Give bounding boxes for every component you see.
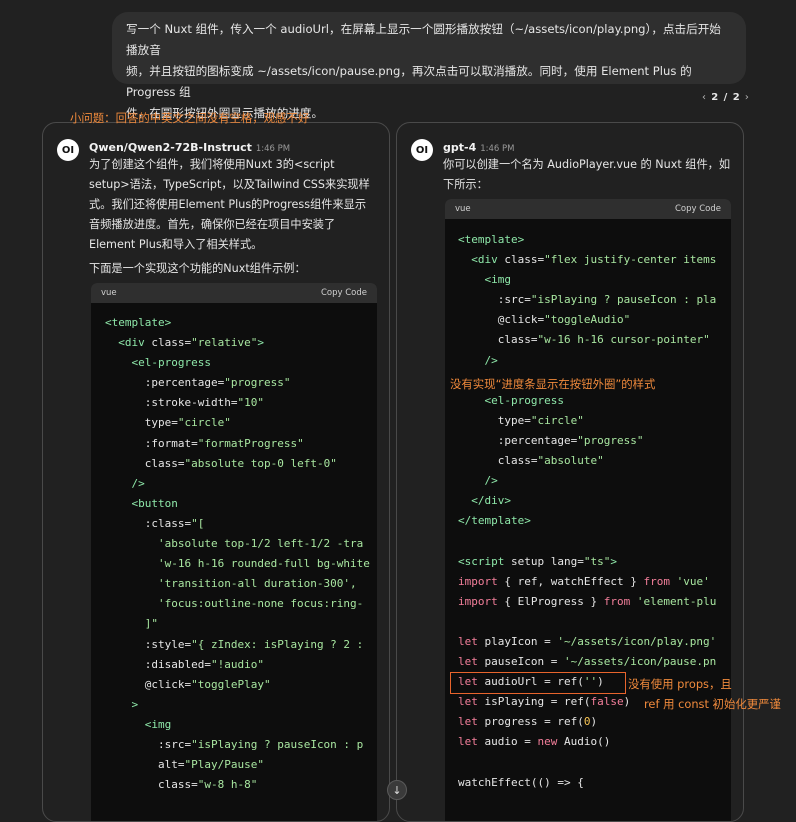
annotation-props-2: ref 用 const 初始化更严谨 (644, 697, 781, 711)
annotation-props-1: 没有使用 props，且 (628, 677, 732, 691)
prompt-line-2: 频，并且按钮的图标变成 ~/assets/icon/pause.png，再次点击… (126, 64, 692, 99)
response-pager: ‹ 2 / 2 › (702, 92, 750, 103)
next-response-button[interactable]: › (745, 92, 750, 103)
intro-line: 音频播放进度。首先，确保你已经在项目中安装了 (89, 218, 336, 231)
scroll-down-button[interactable]: ↓ (387, 780, 407, 800)
code-block: vue Copy Code <template> <div class="rel… (91, 283, 377, 821)
model-name-text: Qwen/Qwen2-72B-Instruct (89, 141, 252, 154)
intro-line: 下所示： (443, 178, 488, 191)
intro-line: 为了创建这个组件，我们将使用Nuxt 3的<script (89, 158, 335, 171)
highlight-box (450, 672, 626, 694)
intro-line: Element Plus和导入了相关样式。 (89, 238, 263, 251)
intro-line: 下面是一个实现这个功能的Nuxt组件示例： (89, 262, 306, 275)
message-time: 1:46 PM (255, 144, 291, 154)
code-language: vue (101, 288, 117, 298)
code-header: vue Copy Code (445, 199, 731, 219)
response-panel-gpt4: OI gpt-4 1:46 PM 你可以创建一个名为 AudioPlayer.vu… (396, 122, 744, 822)
model-name: Qwen/Qwen2-72B-Instruct 1:46 PM (89, 141, 290, 154)
intro-line: setup>语法，TypeScript，以及Tailwind CSS来实现样 (89, 178, 370, 191)
annotation-progress-style: 没有实现“进度条显示在按钮外圈”的样式 (450, 377, 656, 391)
code-header: vue Copy Code (91, 283, 377, 303)
model-avatar-icon: OI (411, 139, 433, 161)
model-avatar-icon: OI (57, 139, 79, 161)
copy-code-button[interactable]: Copy Code (321, 288, 367, 298)
copy-code-button[interactable]: Copy Code (675, 204, 721, 214)
model-name-text: gpt-4 (443, 141, 477, 154)
prompt-line-1: 写一个 Nuxt 组件，传入一个 audioUrl，在屏幕上显示一个圆形播放按钮… (126, 22, 721, 57)
prev-response-button[interactable]: ‹ (702, 92, 707, 103)
code-content: <template> <div class="relative"> <el-pr… (105, 316, 370, 792)
annotation-spacing-issue: 小问题：回答的中英文之间没有空格，观感不好 (70, 111, 310, 125)
code-language: vue (455, 204, 471, 214)
intro-line: 式。我们还将使用Element Plus的Progress组件来显示 (89, 198, 367, 211)
user-prompt-bubble: 写一个 Nuxt 组件，传入一个 audioUrl，在屏幕上显示一个圆形播放按钮… (112, 12, 746, 120)
intro-line: 你可以创建一个名为 AudioPlayer.vue 的 Nuxt 组件，如 (443, 158, 731, 171)
response-intro: 为了创建这个组件，我们将使用Nuxt 3的<script setup>语法，Ty… (89, 155, 385, 279)
message-time: 1:46 PM (480, 144, 515, 154)
model-name: gpt-4 1:46 PM (443, 141, 514, 154)
pager-count: 2 / 2 (711, 92, 741, 103)
code-block: vue Copy Code <template> <div class="fle… (445, 199, 731, 821)
response-panel-qwen: OI Qwen/Qwen2-72B-Instruct 1:46 PM 为了创建这个… (42, 122, 390, 822)
arrow-down-icon: ↓ (392, 783, 402, 797)
response-intro: 你可以创建一个名为 AudioPlayer.vue 的 Nuxt 组件，如 下所… (443, 155, 739, 195)
